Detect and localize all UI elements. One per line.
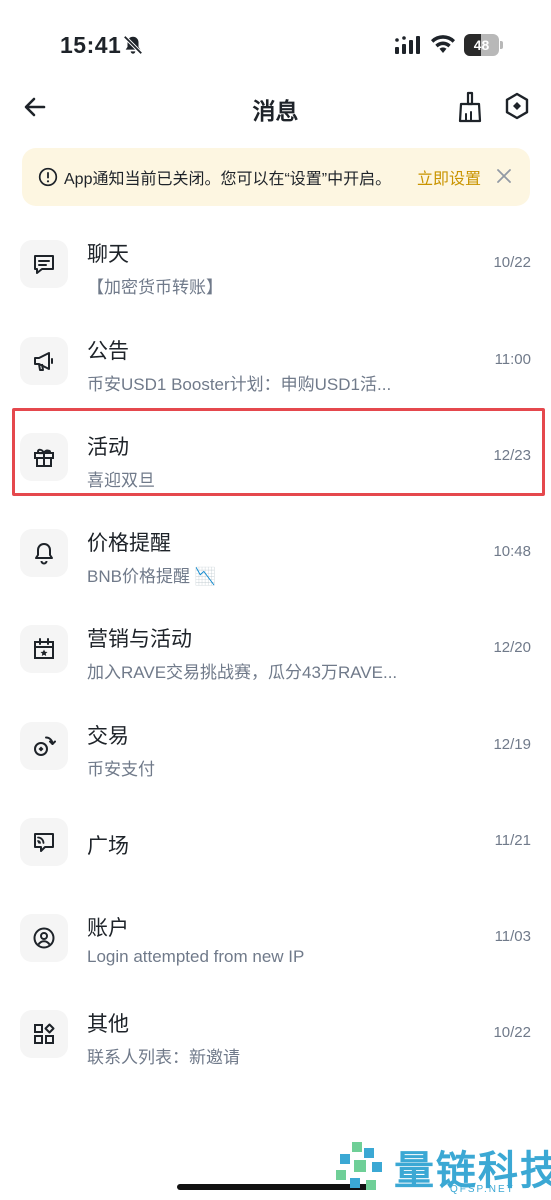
notice-text: App通知当前已关闭。您可以在“设置”中开启。 [64,171,392,188]
item-time: 10/22 [493,254,531,271]
bell-icon [35,543,53,565]
list-item-activity[interactable]: 活动 喜迎双旦 12/23 [0,409,551,505]
item-title: 其他 [87,1013,129,1036]
item-time: 12/20 [493,639,531,656]
item-subtitle: 联系人列表：新邀请 [87,1048,240,1067]
trade-icon [34,736,56,756]
list-item-chat[interactable]: 聊天 【加密货币转账】 10/22 [0,216,551,312]
calendar-icon [34,638,54,659]
info-icon [38,167,58,187]
status-bar: 15:41 48 [0,0,551,90]
list-item-account[interactable]: 账户 Login attempted from new IP 11/03 [0,890,551,986]
wifi-icon [431,35,455,53]
watermark-logo-icon [336,1142,382,1190]
watermark: 量链科技 QFSP.NET [330,1138,551,1200]
gift-icon [34,448,54,467]
battery-level: 48 [473,37,490,53]
item-subtitle: 喜迎双旦 [87,471,155,490]
item-time: 10:48 [493,543,531,560]
item-time: 11/21 [494,832,531,849]
item-title: 价格提醒 [87,532,171,555]
item-title: 公告 [87,340,129,363]
header: 消息 [0,80,551,136]
notification-off-banner: App通知当前已关闭。您可以在“设置”中开启。 立即设置 [22,148,530,206]
list-item-square[interactable]: 广场 11/21 [0,794,551,890]
broom-clear-icon[interactable] [455,90,485,124]
item-subtitle: Login attempted from new IP [87,947,305,966]
close-icon[interactable] [494,166,514,186]
item-time: 10/22 [493,1024,531,1041]
item-subtitle: 币安支付 [87,760,155,779]
open-settings-link[interactable]: 立即设置 [417,165,481,189]
item-subtitle: 币安USD1 Booster计划：申购USD1活... [87,375,392,394]
item-time: 11:00 [494,351,531,368]
account-icon [33,927,55,949]
item-subtitle: 加入RAVE交易挑战赛，瓜分43万RAVE... [87,663,398,682]
item-title: 广场 [87,835,129,858]
grid-icon [34,1023,55,1044]
item-title: 聊天 [87,243,129,266]
item-subtitle: 【加密货币转账】 [87,278,223,297]
megaphone-icon [34,352,53,371]
item-title: 活动 [87,436,129,459]
list-item-other[interactable]: 其他 联系人列表：新邀请 10/22 [0,986,551,1082]
list-item-trade[interactable]: 交易 币安支付 12/19 [0,698,551,794]
item-time: 12/23 [493,447,531,464]
item-title: 营销与活动 [87,628,192,651]
chat-icon [34,255,54,274]
watermark-subtext: QFSP.NET [450,1184,515,1195]
status-time: 15:41 [60,32,122,58]
item-title: 账户 [87,917,129,940]
cellular-signal-icon [395,36,420,54]
item-title: 交易 [87,725,129,748]
battery-icon: 48 [464,34,504,56]
item-subtitle: BNB价格提醒 📉 [87,567,216,586]
settings-icon[interactable] [502,91,532,123]
item-time: 12/19 [493,736,531,753]
list-item-marketing[interactable]: 营销与活动 加入RAVE交易挑战赛，瓜分43万RAVE... 12/20 [0,601,551,697]
square-feed-icon [34,833,54,852]
list-item-announcement[interactable]: 公告 币安USD1 Booster计划：申购USD1活... 11:00 [0,313,551,409]
list-item-price-alert[interactable]: 价格提醒 BNB价格提醒 📉 10:48 [0,505,551,601]
item-time: 11/03 [494,928,531,945]
bell-off-icon [123,35,143,55]
